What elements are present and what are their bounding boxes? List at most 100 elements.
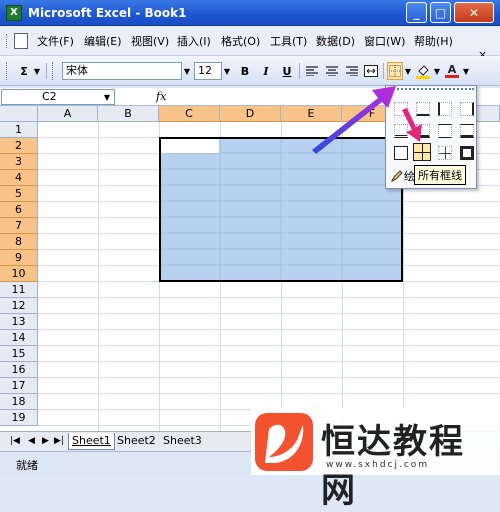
column-header[interactable]: B	[98, 106, 159, 122]
gridline	[38, 393, 500, 394]
title-bar: X Microsoft Excel - Book1 _ □ ✕	[0, 0, 500, 26]
font-name-dropdown-icon[interactable]: ▼	[182, 62, 192, 80]
all-borders-tooltip: 所有框线	[414, 165, 466, 185]
fill-color-dropdown-icon[interactable]: ▼	[432, 62, 442, 80]
left-border-icon[interactable]	[438, 102, 452, 116]
sheet-tab-sheet1[interactable]: Sheet1	[68, 433, 115, 450]
column-header[interactable]: C	[159, 106, 220, 122]
name-box[interactable]: C2	[1, 89, 115, 105]
align-right-icon[interactable]	[344, 62, 360, 80]
gridline	[38, 345, 500, 346]
inside-borders-icon[interactable]	[438, 146, 452, 160]
row-header[interactable]: 8	[0, 234, 38, 250]
gridline	[38, 361, 500, 362]
menu-file[interactable]: 文件(F)	[37, 33, 74, 49]
menu-grip-icon[interactable]	[6, 34, 9, 48]
right-border-icon[interactable]	[460, 102, 474, 116]
borders-button[interactable]	[387, 62, 403, 80]
row-header[interactable]: 1	[0, 122, 38, 138]
align-left-icon[interactable]	[304, 62, 320, 80]
row-header[interactable]: 7	[0, 218, 38, 234]
menu-help[interactable]: 帮助(H)	[414, 33, 453, 49]
menu-edit[interactable]: 编辑(E)	[84, 33, 122, 49]
watermark-logo-icon	[255, 413, 313, 471]
font-color-icon[interactable]: A	[444, 62, 460, 80]
column-header[interactable]: A	[38, 106, 98, 122]
gridline	[38, 313, 500, 314]
draw-borders-row[interactable]: 绘	[390, 168, 415, 184]
font-color-dropdown-icon[interactable]: ▼	[461, 62, 471, 80]
prev-sheet-icon[interactable]: ◀	[28, 436, 35, 446]
row-header[interactable]: 18	[0, 394, 38, 410]
excel-app-icon: X	[6, 4, 22, 21]
palette-drag-handle[interactable]	[390, 88, 474, 92]
font-size-field[interactable]: 12	[194, 62, 222, 80]
menu-window[interactable]: 窗口(W)	[364, 33, 405, 49]
italic-button[interactable]: I	[258, 62, 274, 80]
bold-button[interactable]: B	[237, 62, 253, 80]
row-header[interactable]: 11	[0, 282, 38, 298]
toolbar-separator-2	[299, 63, 300, 79]
thick-box-border-icon[interactable]	[460, 146, 474, 160]
workbook-icon[interactable]	[14, 33, 28, 49]
row-header[interactable]: 2	[0, 138, 38, 154]
column-header[interactable]: D	[220, 106, 281, 122]
watermark-url: www.sxhdcj.com	[326, 460, 430, 470]
annotation-arrow-blue	[312, 86, 396, 154]
draw-border-pencil-icon	[390, 170, 403, 183]
row-header[interactable]: 16	[0, 362, 38, 378]
name-box-dropdown-icon[interactable]: ▼	[102, 88, 112, 106]
menu-bar: 文件(F) 编辑(E) 视图(V) 插入(I) 格式(O) 工具(T) 数据(D…	[0, 26, 500, 61]
gridline	[38, 297, 500, 298]
menu-view[interactable]: 视图(V)	[131, 33, 169, 49]
row-header[interactable]: 9	[0, 250, 38, 266]
menu-insert[interactable]: 插入(I)	[177, 33, 211, 49]
font-name-field[interactable]: 宋体	[62, 62, 182, 80]
maximize-button[interactable]: □	[430, 2, 451, 23]
row-header[interactable]: 10	[0, 266, 38, 282]
gridline	[38, 377, 500, 378]
row-header[interactable]: 6	[0, 202, 38, 218]
fill-color-icon[interactable]	[415, 62, 431, 80]
next-sheet-icon[interactable]: ▶	[42, 436, 49, 446]
menu-data[interactable]: 数据(D)	[316, 33, 355, 49]
active-cell[interactable]	[161, 139, 219, 153]
all-borders-icon[interactable]	[413, 143, 431, 161]
merge-center-icon[interactable]	[363, 62, 379, 80]
toolbar-separator-3	[383, 63, 384, 79]
menu-tools[interactable]: 工具(T)	[270, 33, 307, 49]
toolbar-grip-icon[interactable]	[6, 62, 12, 80]
close-button[interactable]: ✕	[454, 2, 494, 23]
gridline	[38, 329, 500, 330]
minimize-button[interactable]: _	[406, 2, 427, 23]
row-header[interactable]: 17	[0, 378, 38, 394]
underline-button[interactable]: U	[279, 62, 295, 80]
align-center-icon[interactable]	[324, 62, 340, 80]
row-header[interactable]: 19	[0, 410, 38, 426]
autosum-button[interactable]: Σ	[17, 62, 31, 80]
toolbar-separator	[46, 63, 47, 79]
borders-dropdown-icon[interactable]: ▼	[403, 62, 413, 80]
toolbar-grip-icon-2[interactable]	[52, 62, 58, 80]
row-header[interactable]: 12	[0, 298, 38, 314]
sheet-tab-sheet2[interactable]: Sheet2	[114, 433, 159, 450]
menu-format[interactable]: 格式(O)	[221, 33, 260, 49]
row-header[interactable]: 3	[0, 154, 38, 170]
insert-function-button[interactable]: fx	[156, 90, 166, 103]
row-header[interactable]: 15	[0, 346, 38, 362]
font-size-dropdown-icon[interactable]: ▼	[222, 62, 232, 80]
last-sheet-icon[interactable]: ▶|	[54, 436, 64, 446]
top-thick-bottom-border-icon[interactable]	[460, 124, 474, 138]
row-header[interactable]: 4	[0, 170, 38, 186]
select-all-corner[interactable]	[0, 106, 38, 122]
row-header[interactable]: 14	[0, 330, 38, 346]
sheet-tab-sheet3[interactable]: Sheet3	[160, 433, 205, 450]
row-header[interactable]: 5	[0, 186, 38, 202]
selected-range[interactable]	[159, 137, 403, 282]
status-text: 就绪	[16, 459, 38, 472]
row-header[interactable]: 13	[0, 314, 38, 330]
first-sheet-icon[interactable]: |◀	[10, 436, 20, 446]
watermark-logo: 恒达教程网 www.sxhdcj.com	[251, 408, 500, 511]
autosum-dropdown-icon[interactable]: ▼	[32, 62, 42, 80]
top-bottom-border-icon[interactable]	[438, 124, 452, 138]
